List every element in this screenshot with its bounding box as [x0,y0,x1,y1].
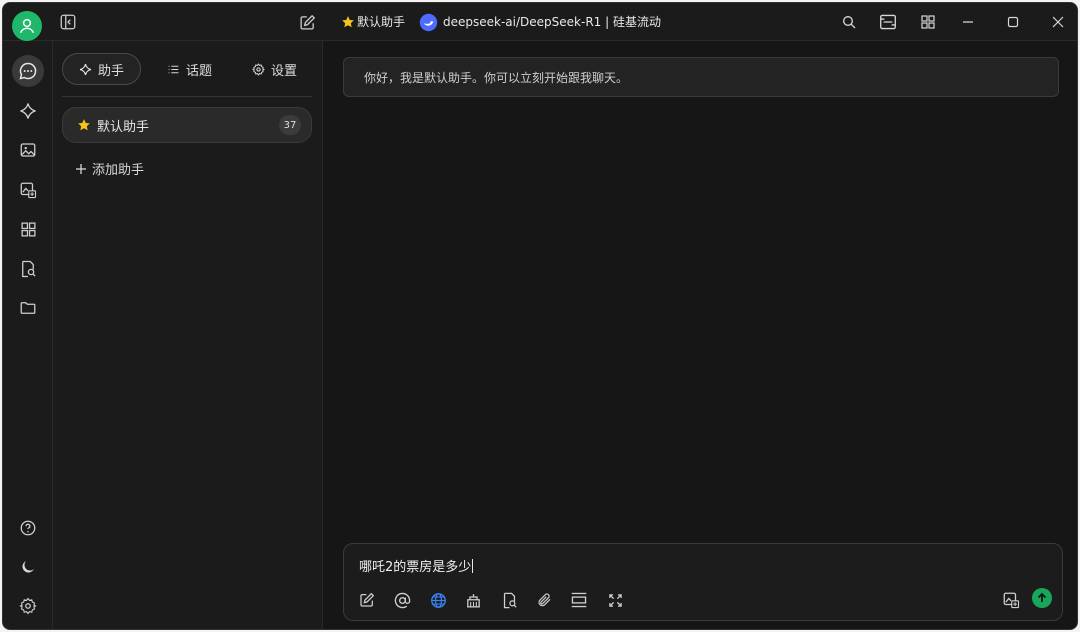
expand-icon[interactable] [604,589,626,611]
gear-icon [252,62,265,76]
add-assistant-label: 添加助手 [92,163,145,178]
sparkle-icon[interactable] [12,95,44,127]
toggle-sidebar-icon[interactable] [57,11,79,33]
attachment-icon[interactable] [533,589,555,611]
current-assistant-name[interactable]: 默认助手 [357,13,405,30]
model-selector[interactable]: deepseek-ai/DeepSeek-R1 | 硅基流动 [443,13,661,30]
star-icon [337,11,359,33]
sparkle-icon [79,63,92,75]
document-search-icon[interactable] [12,253,44,285]
grid-icon[interactable] [917,11,939,33]
tab-settings[interactable]: 设置 [252,53,297,85]
send-button[interactable] [1032,588,1052,608]
user-avatar[interactable] [12,11,42,41]
chat-icon[interactable] [12,55,44,87]
clear-context-icon[interactable] [568,589,590,611]
apps-icon[interactable] [12,213,44,245]
tab-topics[interactable]: 话题 [167,53,212,85]
new-topic-icon[interactable] [356,589,378,611]
web-search-globe-icon[interactable] [427,589,449,611]
text-caret [472,559,474,573]
minimap-icon[interactable] [877,11,899,33]
minimize-icon[interactable] [957,11,979,33]
assistant-name: 默认助手 [97,119,150,135]
search-icon[interactable] [838,11,860,33]
star-icon [78,119,90,131]
topic-count-badge: 37 [279,115,301,135]
message-input-box[interactable]: 哪吒2的票房是多少 [343,543,1063,621]
settings-gear-icon[interactable] [12,590,44,622]
nav-rail [3,41,53,629]
app-window: 默认助手 deepseek-ai/DeepSeek-R1 | 硅基流动 助手 话… [2,2,1078,630]
image-translate-icon[interactable] [12,174,44,206]
plus-icon [76,163,86,174]
panel-tabs: 助手 话题 设置 [62,53,312,87]
chat-area: 你好，我是默认助手。你可以立刻开始跟我聊天。 哪吒2的票房是多少 [323,41,1077,629]
add-assistant-button[interactable]: 添加助手 [75,159,144,178]
knowledge-base-icon[interactable] [462,589,484,611]
close-icon[interactable] [1047,11,1069,33]
tab-assistants[interactable]: 助手 [62,53,142,85]
maximize-icon[interactable] [1002,11,1024,33]
panel-divider [62,96,312,97]
input-value: 哪吒2的票房是多少 [359,560,472,575]
assistant-item-default[interactable]: 默认助手 37 [62,107,312,143]
moon-icon[interactable] [12,551,44,583]
folder-icon[interactable] [12,292,44,324]
deepseek-logo-icon [417,11,439,33]
tab-label: 设置 [271,63,298,79]
image-translate-icon[interactable] [1000,589,1022,611]
new-chat-icon[interactable] [296,11,318,33]
help-icon[interactable] [12,512,44,544]
greeting-message: 你好，我是默认助手。你可以立刻开始跟我聊天。 [343,57,1059,97]
message-input[interactable]: 哪吒2的票房是多少 [359,556,474,575]
list-icon [168,65,179,73]
tab-label: 话题 [186,63,213,79]
document-search-icon[interactable] [498,589,520,611]
image-icon[interactable] [12,134,44,166]
arrow-up-icon [1037,592,1047,602]
title-bar: 默认助手 deepseek-ai/DeepSeek-R1 | 硅基流动 [3,3,1077,41]
tab-label: 助手 [98,63,125,79]
user-icon [19,18,35,34]
mention-icon[interactable] [391,589,413,611]
assistant-panel: 助手 话题 设置 默认助手 37 添加助手 [53,41,323,629]
